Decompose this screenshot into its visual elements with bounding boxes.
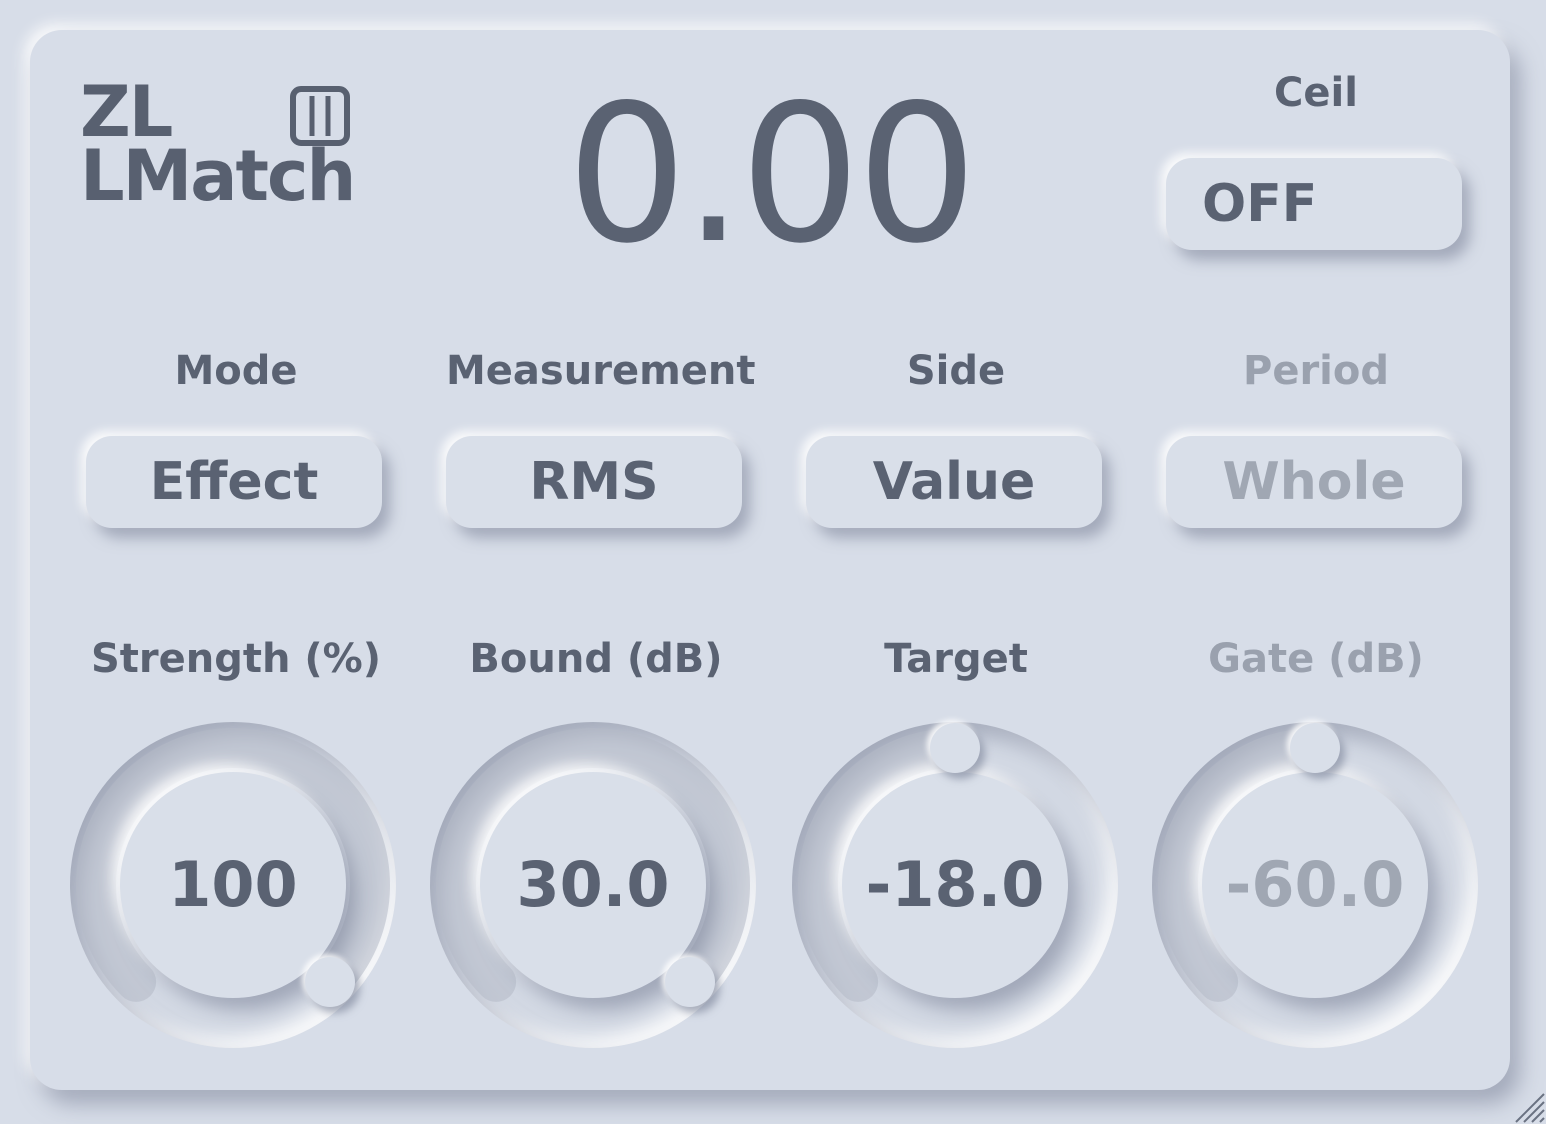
ceil-label: Ceil bbox=[1274, 70, 1358, 116]
knob-indicator-dot[interactable] bbox=[664, 956, 715, 1007]
period-selector[interactable]: Whole bbox=[1166, 436, 1462, 528]
logo-line-2: LMatch bbox=[80, 135, 356, 217]
resize-grip-icon[interactable] bbox=[1506, 1084, 1546, 1124]
loudness-readout: 0.00 bbox=[566, 64, 977, 285]
period-label: Period bbox=[1243, 348, 1389, 394]
target-label: Target bbox=[884, 636, 1028, 682]
plugin-window: ZL LMatch 0.00 Ceil OFF Mode Effect Meas… bbox=[0, 0, 1546, 1124]
strength-label: Strength (%) bbox=[90, 636, 382, 682]
strength-knob[interactable]: 100 bbox=[70, 722, 396, 1048]
mode-label: Mode bbox=[174, 348, 298, 394]
bound-label: Bound (dB) bbox=[469, 636, 723, 682]
gate-label: Gate (dB) bbox=[1208, 636, 1424, 682]
target-value: -18.0 bbox=[842, 772, 1068, 998]
measurement-label: Measurement bbox=[446, 348, 756, 394]
mode-selector[interactable]: Effect bbox=[86, 436, 382, 528]
ceil-button[interactable]: OFF bbox=[1166, 158, 1462, 250]
side-label: Side bbox=[906, 348, 1006, 394]
bound-knob[interactable]: 30.0 bbox=[430, 722, 756, 1048]
target-knob[interactable]: -18.0 bbox=[792, 722, 1118, 1048]
plugin-window-icon[interactable] bbox=[290, 86, 350, 146]
knob-indicator-dot[interactable] bbox=[304, 956, 355, 1007]
gate-knob[interactable]: -60.0 bbox=[1152, 722, 1478, 1048]
measurement-selector[interactable]: RMS bbox=[446, 436, 742, 528]
side-selector[interactable]: Value bbox=[806, 436, 1102, 528]
gate-value: -60.0 bbox=[1202, 772, 1428, 998]
knob-indicator-dot[interactable] bbox=[930, 723, 980, 773]
knob-indicator-dot[interactable] bbox=[1290, 723, 1340, 773]
